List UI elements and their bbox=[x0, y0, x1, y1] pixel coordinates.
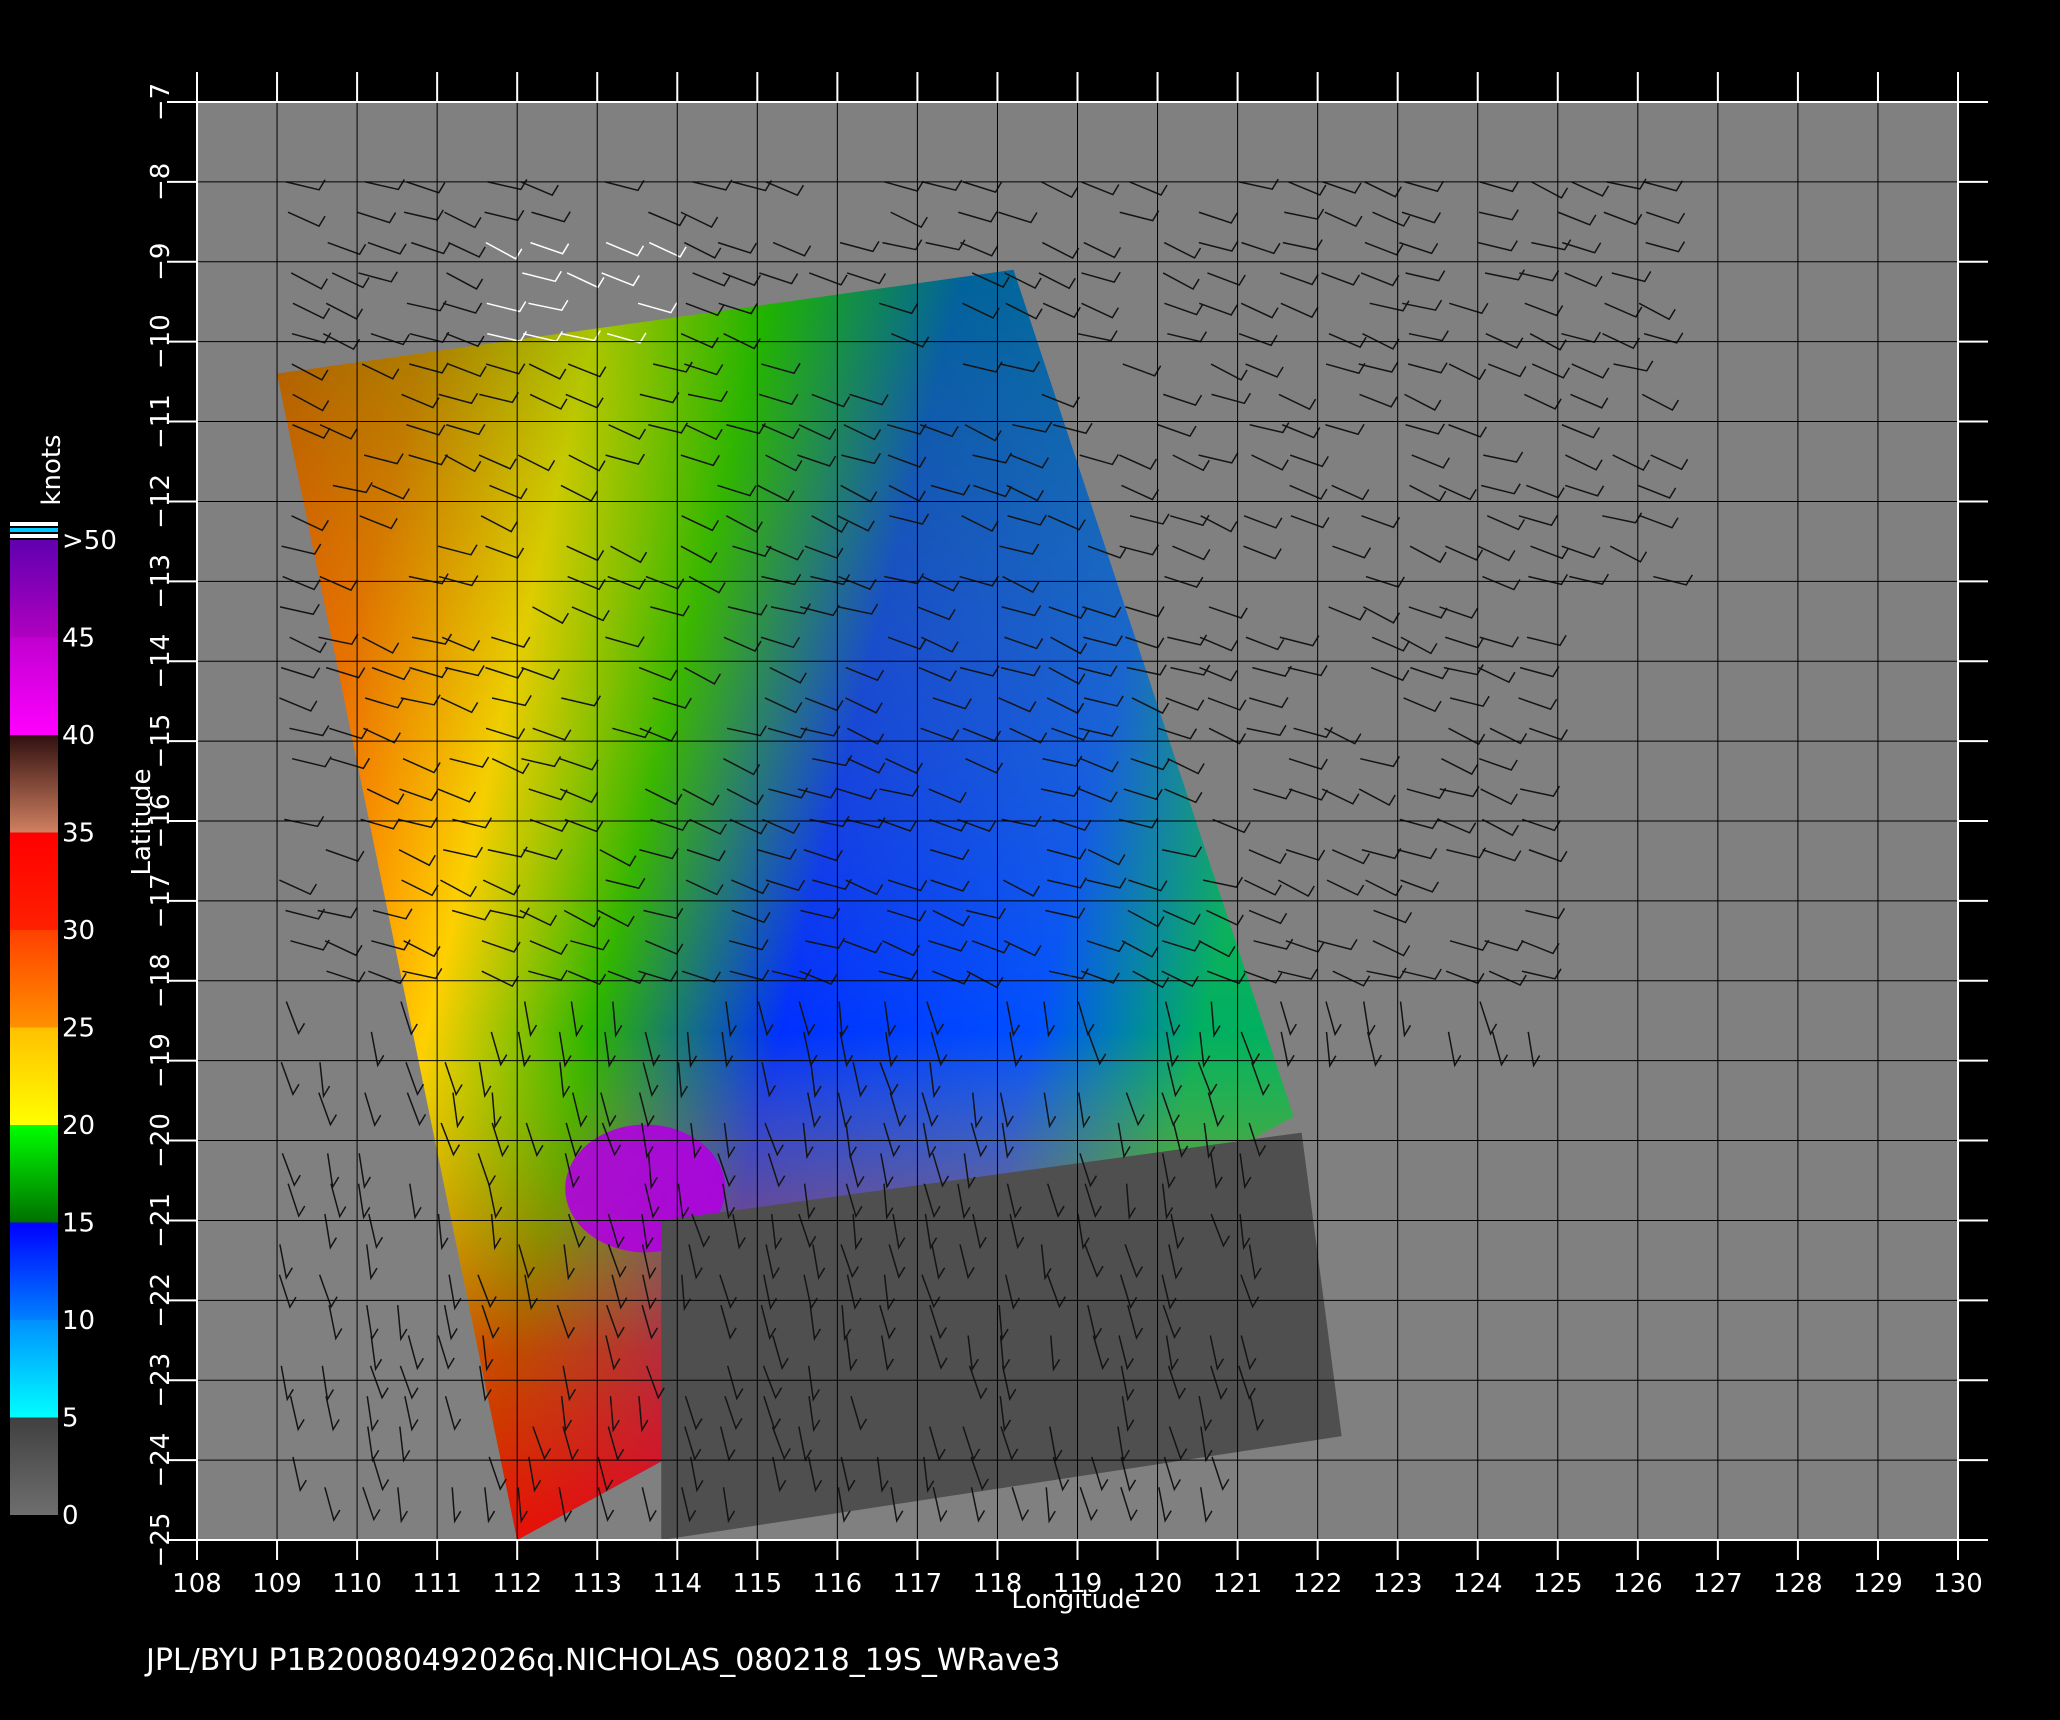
y-axis-title: Latitude bbox=[127, 768, 157, 875]
y-tick-label: −23 bbox=[146, 1353, 176, 1408]
colorbar-label: >50 bbox=[62, 526, 117, 556]
y-tick-label: −15 bbox=[146, 714, 176, 769]
x-axis-title: Longitude bbox=[1011, 1585, 1140, 1615]
x-tick-label: 121 bbox=[1213, 1569, 1263, 1599]
x-tick-label: 125 bbox=[1533, 1569, 1583, 1599]
x-tick-label: 123 bbox=[1373, 1569, 1423, 1599]
colorbar-label: 20 bbox=[62, 1111, 95, 1141]
colorbar-label: 15 bbox=[62, 1209, 95, 1239]
colorbar-band bbox=[10, 1125, 58, 1223]
colorbar-label: 10 bbox=[62, 1306, 95, 1336]
colorbar-label: 30 bbox=[62, 916, 95, 946]
colorbar-label: 40 bbox=[62, 721, 95, 751]
x-tick-label: 110 bbox=[332, 1569, 382, 1599]
colorbar-band bbox=[10, 832, 58, 930]
x-tick-label: 117 bbox=[893, 1569, 943, 1599]
colorbar-label: 0 bbox=[62, 1501, 79, 1531]
x-tick-label: 116 bbox=[813, 1569, 863, 1599]
colorbar-unit: knots bbox=[37, 434, 67, 505]
colorbar-label: 5 bbox=[62, 1404, 79, 1434]
y-tick-label: −24 bbox=[146, 1433, 176, 1488]
y-tick-label: −9 bbox=[146, 243, 176, 281]
x-tick-label: 114 bbox=[652, 1569, 702, 1599]
colorbar-label: 45 bbox=[62, 624, 95, 654]
y-tick-label: −19 bbox=[146, 1033, 176, 1088]
colorbar-band bbox=[10, 1417, 58, 1515]
colorbar-band bbox=[10, 1027, 58, 1125]
y-tick-label: −14 bbox=[146, 634, 176, 689]
y-tick-label: −18 bbox=[146, 953, 176, 1008]
y-tick-label: −8 bbox=[146, 163, 176, 201]
x-tick-label: 111 bbox=[412, 1569, 462, 1599]
x-tick-label: 108 bbox=[172, 1569, 222, 1599]
colorbar-labels: >50 45 40 35 30 25 20 15 10 5 0 bbox=[62, 526, 117, 1531]
x-tick-label: 109 bbox=[252, 1569, 302, 1599]
colorbar-label: 35 bbox=[62, 819, 95, 849]
colorbar bbox=[10, 522, 58, 1515]
x-tick-label: 112 bbox=[492, 1569, 542, 1599]
colorbar-band bbox=[10, 637, 58, 735]
y-tick-label: −22 bbox=[146, 1273, 176, 1328]
y-tick-label: −21 bbox=[146, 1193, 176, 1248]
y-tick-label: −25 bbox=[146, 1513, 176, 1568]
colorbar-band bbox=[10, 930, 58, 1028]
colorbar-band bbox=[10, 540, 58, 638]
x-tick-label: 127 bbox=[1693, 1569, 1743, 1599]
y-tick-label: −20 bbox=[146, 1113, 176, 1168]
y-tick-label: −12 bbox=[146, 474, 176, 529]
y-tick-label: −13 bbox=[146, 554, 176, 609]
y-tick-label: −17 bbox=[146, 873, 176, 928]
y-tick-label: −11 bbox=[146, 394, 176, 449]
colorbar-band bbox=[10, 735, 58, 833]
x-tick-label: 122 bbox=[1293, 1569, 1343, 1599]
y-tick-label: −10 bbox=[146, 314, 176, 369]
x-tick-label: 129 bbox=[1853, 1569, 1903, 1599]
colorbar-top-marker bbox=[10, 534, 58, 538]
colorbar-band bbox=[10, 1222, 58, 1320]
x-tick-label: 130 bbox=[1933, 1569, 1983, 1599]
product-label: JPL/BYU P1B20080492026q.NICHOLAS_080218_… bbox=[144, 1643, 1060, 1678]
wind-map: 108 109 110 111 112 113 114 115 116 117 118 119 120 1… bbox=[10, 72, 1988, 1678]
colorbar-top-marker bbox=[10, 522, 58, 526]
x-tick-label: 124 bbox=[1453, 1569, 1503, 1599]
y-tick-label: −7 bbox=[146, 83, 176, 121]
colorbar-band bbox=[10, 1320, 58, 1418]
x-tick-label: 126 bbox=[1613, 1569, 1663, 1599]
colorbar-label: 25 bbox=[62, 1014, 95, 1044]
x-tick-label: 115 bbox=[732, 1569, 782, 1599]
colorbar-top-marker bbox=[10, 528, 58, 532]
x-tick-label: 128 bbox=[1773, 1569, 1823, 1599]
x-tick-label: 113 bbox=[572, 1569, 622, 1599]
